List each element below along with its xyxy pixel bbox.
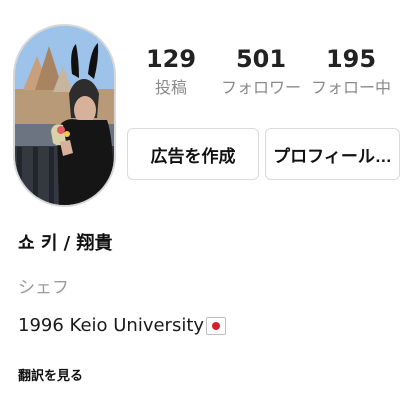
followers-stat[interactable]: 501 フォロワー	[216, 42, 306, 100]
profile-category: シェフ	[18, 278, 69, 298]
japan-flag-icon	[206, 317, 227, 335]
following-label: フォロー中	[310, 78, 391, 97]
posts-label: 投稿	[154, 78, 187, 97]
followers-label: フォロワー	[220, 78, 301, 97]
profile-button[interactable]: プロフィール…	[265, 128, 400, 180]
bio-text: 1996 Keio University	[18, 315, 205, 336]
avatar[interactable]	[13, 24, 116, 207]
profile-stats: 129 投稿 501 フォロワー 195 フォロー中	[126, 42, 396, 114]
display-name: 쇼 키 / 翔貴	[18, 233, 113, 254]
following-stat[interactable]: 195 フォロー中	[306, 42, 396, 100]
posts-stat[interactable]: 129 投稿	[126, 42, 216, 100]
bio-text-row: 1996 Keio University	[18, 313, 227, 339]
profile-photo	[15, 26, 114, 205]
create-ad-button[interactable]: 広告を作成	[127, 128, 259, 180]
followers-count: 501	[235, 45, 287, 73]
posts-count: 129	[145, 45, 197, 73]
following-count: 195	[325, 45, 377, 73]
see-translation-link[interactable]: 翻訳を見る	[18, 367, 83, 387]
